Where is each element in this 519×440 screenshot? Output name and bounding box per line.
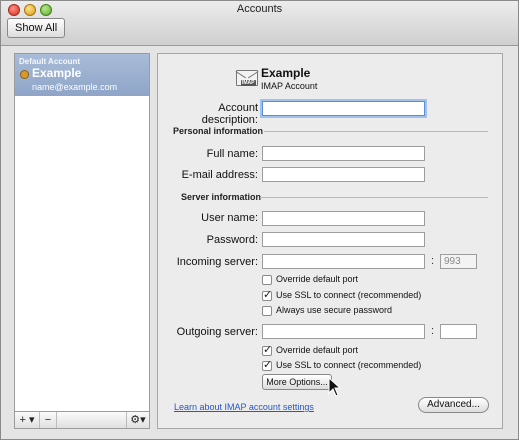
email-address-label: E-mail address: [181,169,258,181]
checkbox-box[interactable] [262,358,272,371]
password-input[interactable] [262,232,425,247]
password-label: Password: [206,234,258,246]
checkbox-box[interactable] [262,306,272,316]
checkbox-label: Override default port [276,345,359,355]
incoming-port-input[interactable] [440,254,477,269]
window-title: Accounts [236,3,283,15]
account-description-input[interactable] [262,101,425,116]
checkbox-box[interactable] [262,275,272,285]
section-divider [264,131,488,132]
account-name: Example [32,66,82,80]
port-separator: : [431,325,435,337]
title-bar: Accounts Show All [1,1,518,46]
checkbox-box[interactable] [262,343,272,356]
more-options-button[interactable]: More Options... [262,374,332,390]
advanced-button[interactable]: Advanced... [418,397,489,413]
account-header-type: IMAP Account [261,81,318,91]
outgoing-server-label: Outgoing server: [176,326,258,338]
checkbox-label: Override default port [276,274,359,284]
email-address-input[interactable] [262,167,425,182]
show-all-button[interactable]: Show All [7,18,66,38]
full-name-input[interactable] [262,146,425,161]
account-list[interactable]: Default Account Example name@example.com [14,53,150,412]
account-category: Default Account [19,57,81,66]
incoming-server-label: Incoming server: [176,256,258,268]
lock-icon [20,70,29,79]
checkbox-label: Use SSL to connect (recommended) [276,290,422,300]
pointer-cursor-icon [328,377,342,397]
outgoing-server-input[interactable] [262,324,425,339]
server-information-heading: Server information [181,192,262,202]
checkbox-label: Use SSL to connect (recommended) [276,360,422,370]
checkbox-box[interactable] [262,288,272,301]
remove-account-button[interactable]: − [40,412,57,428]
account-email: name@example.com [32,82,118,92]
account-header-name: Example [261,66,311,80]
section-divider [260,197,488,198]
checkbox-label: Always use secure password [276,305,393,315]
full-name-label: Full name: [206,148,258,160]
account-item-example[interactable]: Default Account Example name@example.com [15,54,149,96]
learn-imap-settings-link[interactable]: Learn about IMAP account settings [174,402,314,412]
gear-icon[interactable]: ⚙▾ [126,412,149,428]
personal-information-heading: Personal information [173,126,264,136]
incoming-server-input[interactable] [262,254,425,269]
port-separator: : [431,255,435,267]
user-name-input[interactable] [262,211,425,226]
user-name-label: User name: [201,212,258,224]
account-list-toolbar: + ▾ − ⚙▾ [14,412,150,429]
imap-badge: IMAP [241,80,256,86]
account-description-label: Account description: [201,102,258,126]
outgoing-port-input[interactable] [440,324,477,339]
add-account-button[interactable]: + ▾ [15,412,40,428]
